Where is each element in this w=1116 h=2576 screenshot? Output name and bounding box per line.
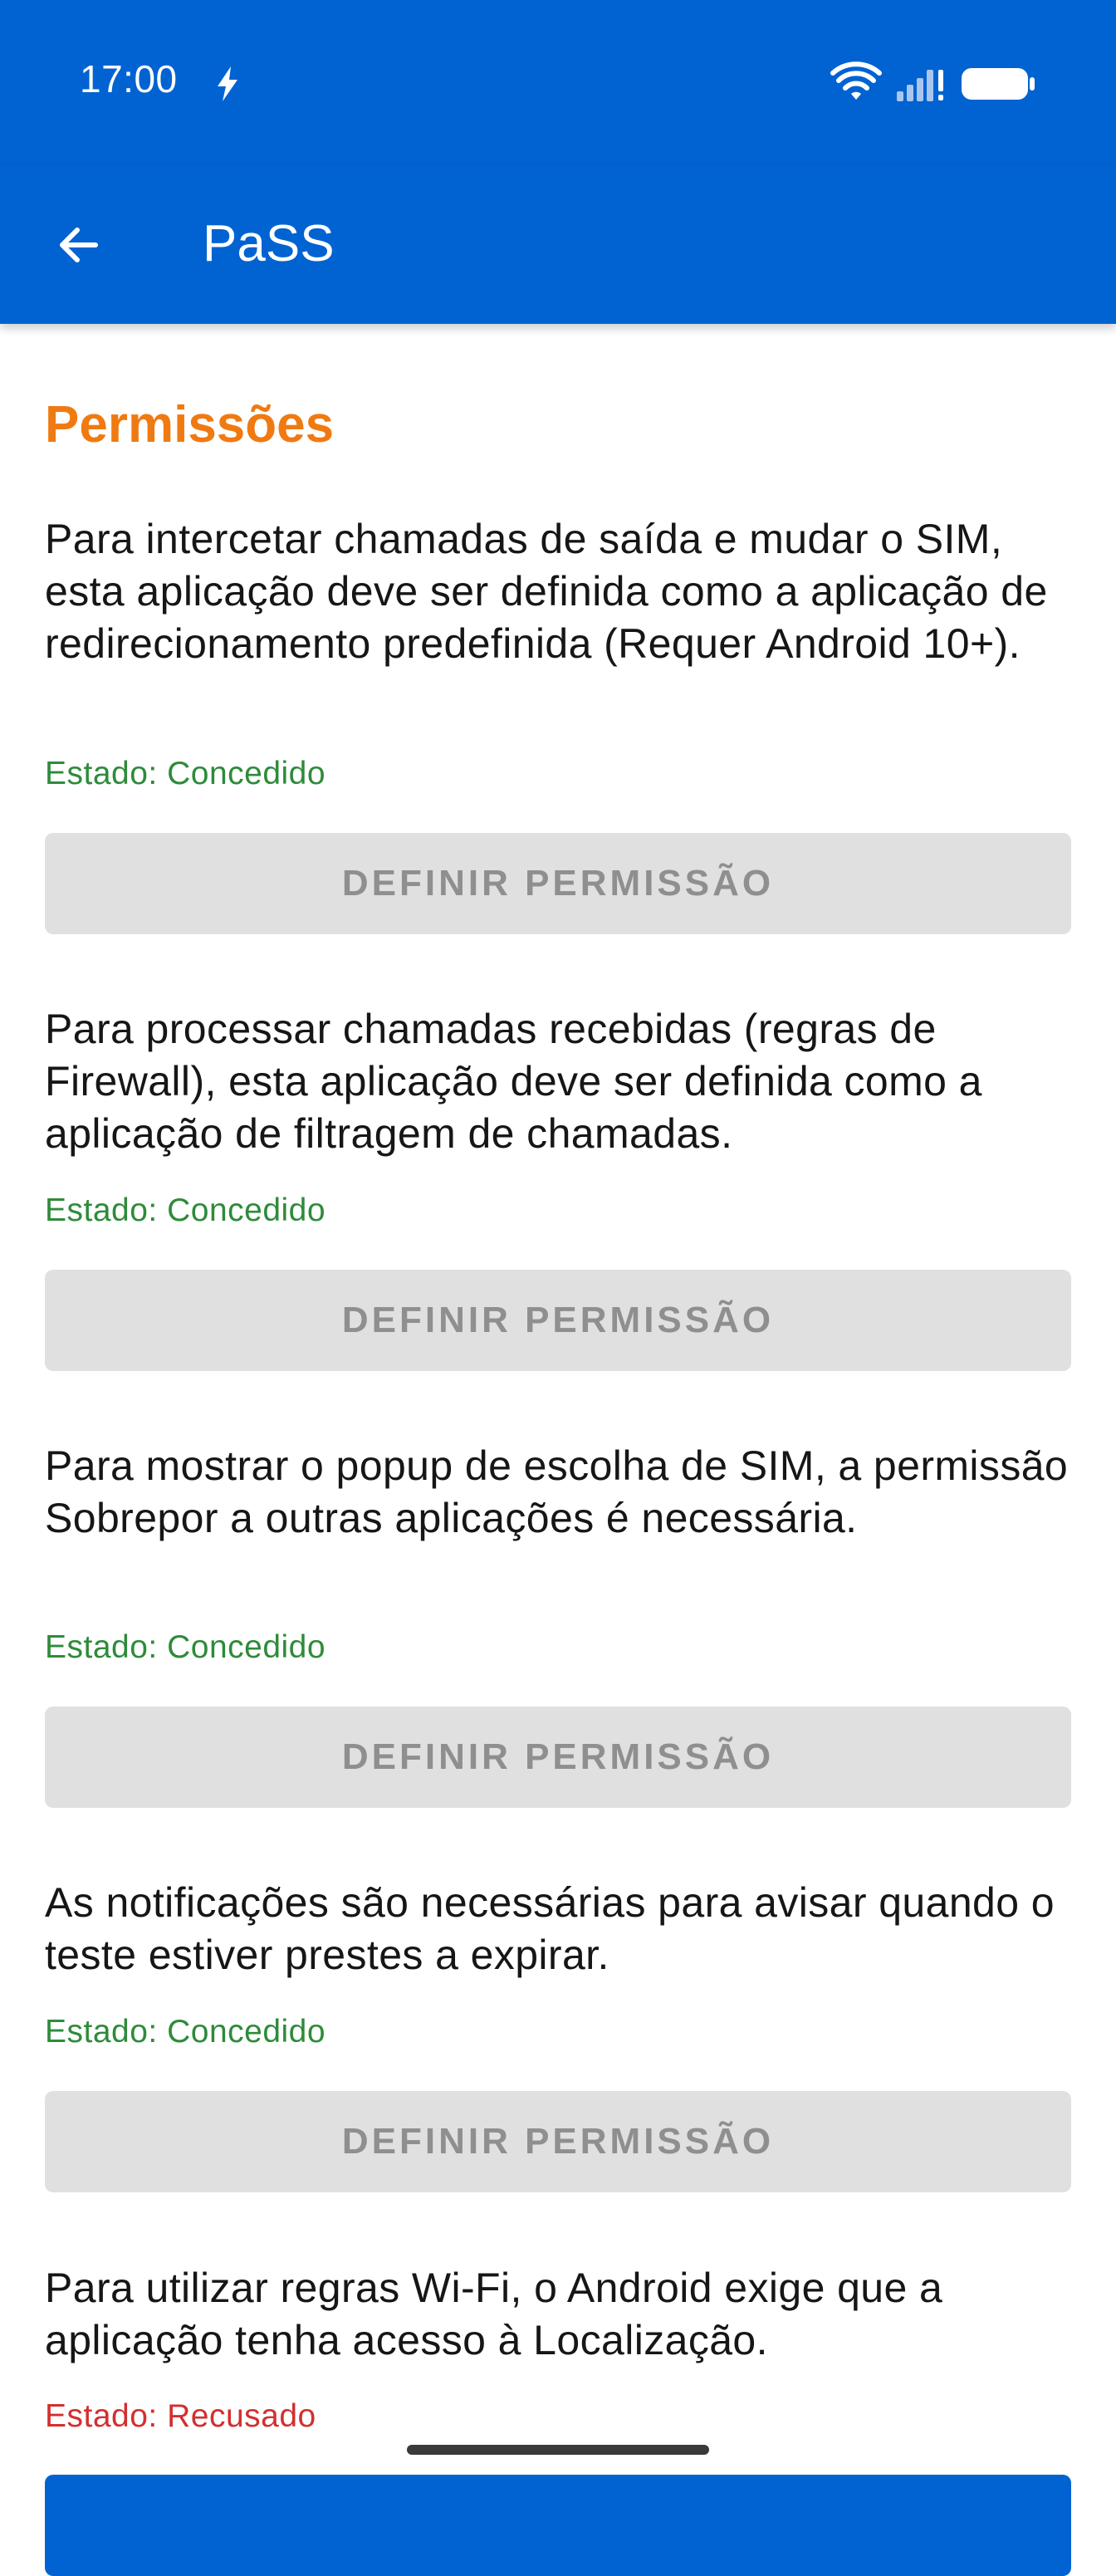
permission-status: Estado: Concedido bbox=[45, 1629, 326, 1665]
set-permission-button[interactable] bbox=[45, 2475, 1071, 2576]
permission-description: As notificações são necessárias para avi… bbox=[45, 1879, 1055, 1978]
permission-status: Estado: Concedido bbox=[45, 756, 326, 791]
arrow-left-icon bbox=[60, 228, 98, 262]
permission-description: Para mostrar o popup de escolha de SIM, … bbox=[45, 1442, 1069, 1541]
app-bar: PaSS bbox=[0, 166, 1116, 324]
home-indicator[interactable] bbox=[407, 2445, 709, 2455]
permission-description: Para processar chamadas recebidas (regra… bbox=[45, 1006, 982, 1157]
permission-status: Estado: Recusado bbox=[45, 2398, 316, 2434]
status-time: 17:00 bbox=[80, 57, 178, 100]
back-button[interactable] bbox=[33, 203, 125, 286]
app-title: PaSS bbox=[203, 215, 335, 272]
battery-icon bbox=[962, 68, 1035, 100]
permission-status: Estado: Concedido bbox=[45, 1193, 326, 1228]
permissions-screen: Permissões Para intercetar chamadas de s… bbox=[0, 324, 1116, 2576]
flash-icon bbox=[218, 66, 237, 101]
status-bar: 17:00 bbox=[0, 0, 1116, 166]
section-title: Permissões bbox=[45, 396, 335, 453]
permission-description: Para intercetar chamadas de saída e muda… bbox=[45, 516, 1048, 667]
set-permission-button[interactable]: DEFINIR PERMISSÃO bbox=[45, 1270, 1071, 1371]
permission-status: Estado: Concedido bbox=[45, 2014, 326, 2050]
permission-description: Para utilizar regras Wi-Fi, o Android ex… bbox=[45, 2265, 943, 2363]
signal-icon bbox=[897, 70, 943, 101]
set-permission-button[interactable]: DEFINIR PERMISSÃO bbox=[45, 2091, 1071, 2192]
set-permission-button[interactable]: DEFINIR PERMISSÃO bbox=[45, 1707, 1071, 1808]
set-permission-button[interactable]: DEFINIR PERMISSÃO bbox=[45, 833, 1071, 934]
wifi-icon bbox=[830, 61, 882, 100]
